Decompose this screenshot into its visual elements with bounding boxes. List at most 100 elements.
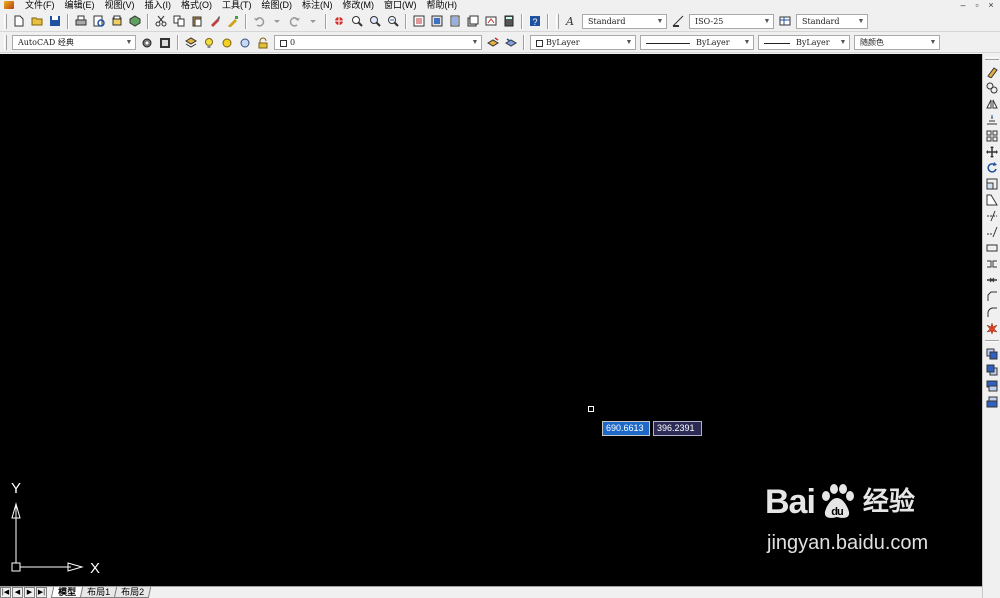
text-style-select[interactable]: Standard ▼ xyxy=(582,13,667,29)
trim-button[interactable] xyxy=(984,208,1000,224)
menu-file[interactable]: 文件(F) xyxy=(20,0,60,10)
minimize-button[interactable]: – xyxy=(956,0,970,10)
mirror-button[interactable] xyxy=(984,96,1000,112)
tab-layout1[interactable]: 布局1 xyxy=(79,587,118,598)
scale-button[interactable] xyxy=(984,176,1000,192)
array-button[interactable] xyxy=(984,128,1000,144)
layer-freeze-toggle[interactable] xyxy=(219,35,235,51)
markup-set-manager-button[interactable] xyxy=(483,13,499,29)
zoom-window-button[interactable] xyxy=(367,13,383,29)
menu-draw[interactable]: 绘图(D) xyxy=(257,0,298,10)
toolbar-grip[interactable] xyxy=(4,35,7,50)
zoom-previous-button[interactable] xyxy=(385,13,401,29)
layer-on-toggle[interactable] xyxy=(201,35,217,51)
toolbar-grip[interactable] xyxy=(984,57,999,60)
chamfer-button[interactable] xyxy=(984,288,1000,304)
extend-button[interactable] xyxy=(984,224,1000,240)
layer-previous-button[interactable] xyxy=(503,35,519,51)
break-button[interactable] xyxy=(984,256,1000,272)
menu-format[interactable]: 格式(O) xyxy=(176,0,217,10)
menu-window[interactable]: 窗口(W) xyxy=(379,0,422,10)
new-file-button[interactable] xyxy=(11,13,27,29)
workspace-select[interactable]: AutoCAD 经典 ▼ xyxy=(12,35,136,50)
tab-model[interactable]: 模型 xyxy=(50,587,84,598)
quickcalc-button[interactable] xyxy=(501,13,517,29)
break-icon xyxy=(986,260,997,268)
tab-layout2[interactable]: 布局2 xyxy=(113,587,152,598)
erase-button[interactable] xyxy=(984,64,1000,80)
plot-preview-button[interactable] xyxy=(91,13,107,29)
dim-style-select[interactable]: ISO-25 ▼ xyxy=(689,13,774,29)
save-button[interactable] xyxy=(47,13,63,29)
send-to-back-button[interactable] xyxy=(984,362,1000,378)
move-button[interactable] xyxy=(984,144,1000,160)
menu-modify[interactable]: 修改(M) xyxy=(338,0,380,10)
lineweight-select[interactable]: ByLayer ▼ xyxy=(758,35,850,50)
rotate-button[interactable] xyxy=(984,160,1000,176)
previous-tab-button[interactable]: ◀ xyxy=(12,587,23,598)
undo-button[interactable] xyxy=(251,13,267,29)
menu-view[interactable]: 视图(V) xyxy=(100,0,140,10)
layer-properties-button[interactable] xyxy=(183,35,199,51)
next-tab-button[interactable]: ▶ xyxy=(24,587,35,598)
help-button[interactable]: ? xyxy=(527,13,543,29)
redo-button[interactable] xyxy=(287,13,303,29)
copy-object-button[interactable] xyxy=(984,80,1000,96)
properties-button[interactable] xyxy=(411,13,427,29)
text-style-button[interactable]: A xyxy=(563,13,579,29)
offset-button[interactable] xyxy=(984,112,1000,128)
menu-tools[interactable]: 工具(T) xyxy=(217,0,257,10)
layer-lock-toggle[interactable] xyxy=(255,35,271,51)
paste-button[interactable] xyxy=(189,13,205,29)
menu-dimension[interactable]: 标注(N) xyxy=(297,0,338,10)
close-button[interactable]: × xyxy=(984,0,998,10)
match-properties-button[interactable] xyxy=(207,13,223,29)
autocad-app-icon[interactable] xyxy=(4,1,14,9)
zoom-realtime-button[interactable] xyxy=(349,13,365,29)
redo-dropdown[interactable] xyxy=(305,13,321,29)
send-under-button[interactable] xyxy=(984,394,1000,410)
design-center-button[interactable] xyxy=(429,13,445,29)
menu-edit[interactable]: 编辑(E) xyxy=(60,0,100,10)
publish-button[interactable] xyxy=(109,13,125,29)
block-editor-button[interactable] xyxy=(225,13,241,29)
fillet-button[interactable] xyxy=(984,304,1000,320)
toolbar-separator xyxy=(405,13,407,29)
save-workspace-button[interactable] xyxy=(157,35,173,51)
bring-above-button[interactable] xyxy=(984,378,1000,394)
drawing-area[interactable]: 690.6613 396.2391 Y X Bai du 经验 jingyan.… xyxy=(0,54,982,586)
undo-dropdown[interactable] xyxy=(269,13,285,29)
dynamic-input-x[interactable]: 690.6613 xyxy=(602,421,650,436)
toolbar-grip[interactable] xyxy=(4,13,7,29)
join-button[interactable] xyxy=(984,272,1000,288)
3d-dwf-button[interactable] xyxy=(127,13,143,29)
explode-button[interactable] xyxy=(984,320,1000,336)
stretch-button[interactable] xyxy=(984,192,1000,208)
plot-button[interactable] xyxy=(73,13,89,29)
layer-select[interactable]: 0 ▼ xyxy=(274,35,482,50)
sheet-set-manager-button[interactable] xyxy=(465,13,481,29)
last-tab-button[interactable]: ▶| xyxy=(36,587,47,598)
dim-style-button[interactable] xyxy=(670,13,686,29)
toolbar-grip[interactable] xyxy=(556,13,559,29)
table-style-button[interactable] xyxy=(777,13,793,29)
tool-palettes-button[interactable] xyxy=(447,13,463,29)
layer-viewport-freeze-toggle[interactable] xyxy=(237,35,253,51)
first-tab-button[interactable]: |◀ xyxy=(0,587,11,598)
linetype-select[interactable]: ByLayer ▼ xyxy=(640,35,754,50)
open-file-button[interactable] xyxy=(29,13,45,29)
plot-style-select[interactable]: 随颜色 ▼ xyxy=(854,35,940,50)
make-object-layer-current-button[interactable] xyxy=(485,35,501,51)
bring-to-front-button[interactable] xyxy=(984,346,1000,362)
cut-button[interactable] xyxy=(153,13,169,29)
restore-button[interactable]: ▫ xyxy=(970,0,984,10)
dynamic-input-y[interactable]: 396.2391 xyxy=(653,421,702,436)
color-select[interactable]: ByLayer ▼ xyxy=(530,35,636,50)
menu-help[interactable]: 帮助(H) xyxy=(422,0,463,10)
copy-button[interactable] xyxy=(171,13,187,29)
table-style-select[interactable]: Standard ▼ xyxy=(796,13,868,29)
menu-insert[interactable]: 插入(I) xyxy=(140,0,177,10)
break-at-point-button[interactable] xyxy=(984,240,1000,256)
workspace-settings-button[interactable] xyxy=(139,35,155,51)
pan-button[interactable] xyxy=(331,13,347,29)
